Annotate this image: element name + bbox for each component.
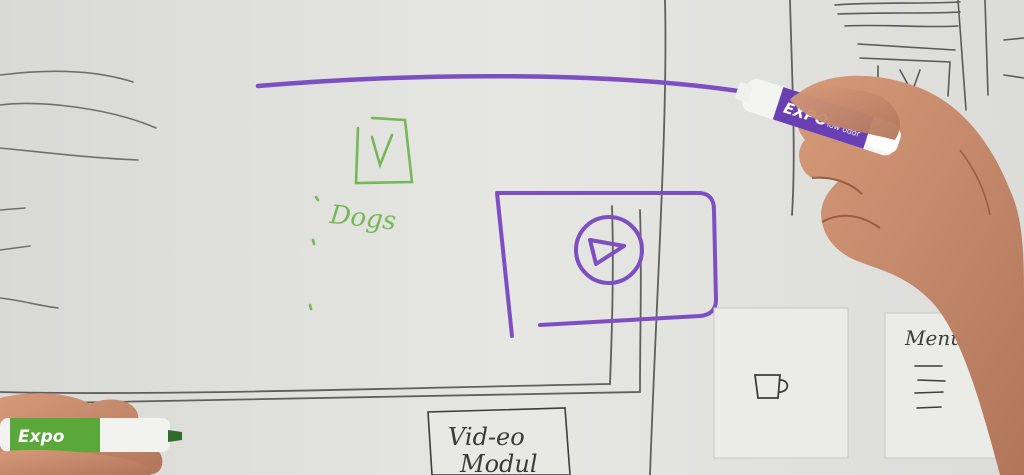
whiteboard-canvas: Dogs Menu Vid-eo Modul EXPO low odor Exp… (0, 0, 1024, 475)
green-marker: Expo (0, 418, 182, 452)
video-module-line2: Modul (459, 450, 538, 475)
green-marker-brand: Expo (18, 427, 65, 447)
sticky-note-video-module: Vid-eo Modul (427, 407, 571, 475)
whiteboard-photo: Dogs Menu Vid-eo Modul EXPO low odor Exp… (0, 0, 1024, 475)
video-module-line1: Vid-eo (448, 423, 525, 451)
sticky-note-cup (713, 307, 849, 459)
